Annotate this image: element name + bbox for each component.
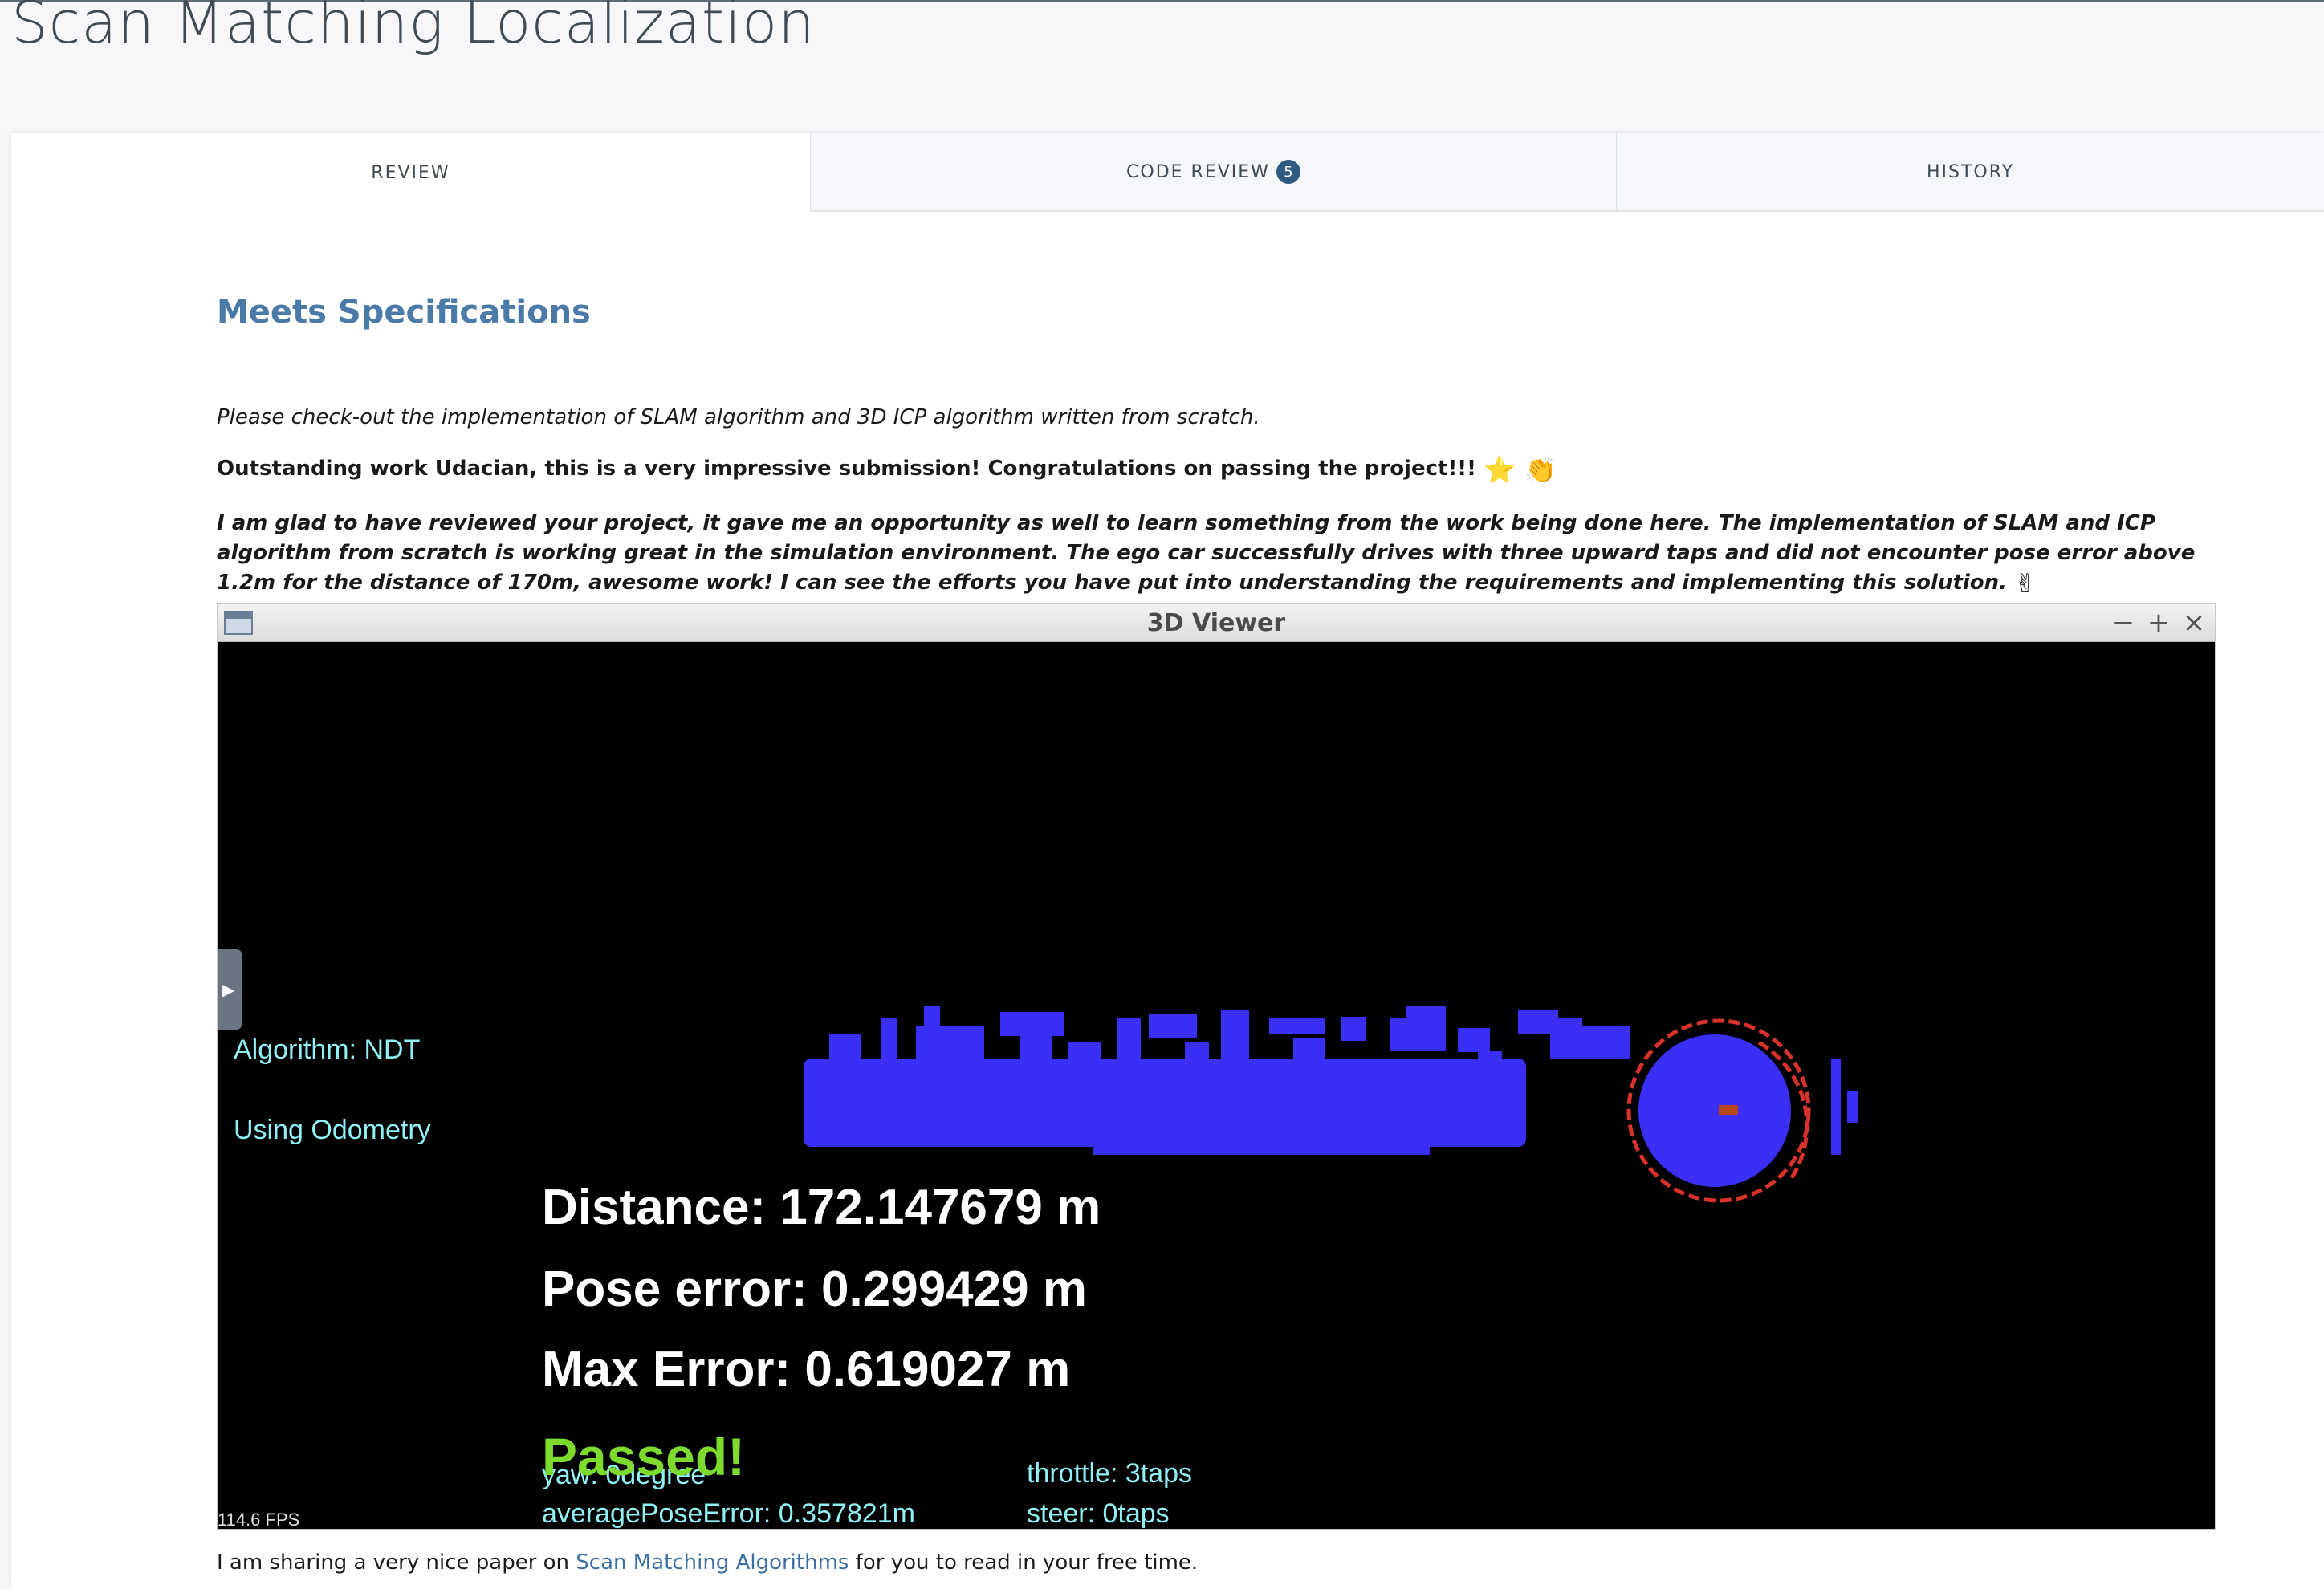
fps-counter: 114.6 FPS [218,1510,300,1530]
star-clap-emoji-icon: ⭐ 👏 [1484,454,1557,485]
review-praise: Outstanding work Udacian, this is a very… [217,454,2208,485]
steer-readout: steer: 0taps [1027,1498,1170,1529]
review-detail-text: I am glad to have reviewed your project,… [217,511,2196,595]
maximize-icon[interactable]: + [2144,608,2173,638]
scan-matching-paper-link[interactable]: Scan Matching Algorithms [576,1550,849,1575]
code-review-count-badge: 5 [1276,160,1300,184]
tab-history[interactable]: HISTORY [1616,133,2324,212]
tab-history-label: HISTORY [1926,161,2015,182]
review-heading: Meets Specifications [217,294,591,331]
sharing-paragraph: I am sharing a very nice paper on Scan M… [217,1550,1198,1575]
close-icon[interactable]: × [2180,608,2208,638]
pose-error-readout: Pose error: 0.299429 m [542,1262,1087,1317]
review-praise-text: Outstanding work Udacian, this is a very… [217,457,1477,481]
window-app-icon [224,611,253,635]
tab-code-review-label: CODE REVIEW [1126,161,1270,182]
sharing-suffix: for you to read in your free time. [849,1550,1199,1575]
tab-bar: REVIEW CODE REVIEW 5 HISTORY [11,133,2324,212]
viewer-titlebar: 3D Viewer − + × [218,604,2215,642]
pointcloud-map [804,1006,1858,1187]
average-pose-error-readout: averagePoseError: 0.357821m [542,1498,915,1529]
viewer-canvas: ▶ Algorithm: NDT Using Odometry Distance… [218,641,2218,1537]
minimize-icon[interactable]: − [2109,608,2138,638]
viewer-title: 3D Viewer [1146,608,1286,637]
pointcloud-visualization [804,1006,1858,1203]
max-error-readout: Max Error: 0.619027 m [542,1342,1071,1397]
page-title: Scan Matching Localization [11,0,816,56]
algorithm-label: Algorithm: NDT [234,1034,421,1065]
throttle-readout: throttle: 3taps [1027,1458,1193,1489]
ego-car-marker [1719,1105,1738,1115]
odometry-label: Using Odometry [234,1115,431,1145]
viewer-screenshot: 3D Viewer − + × ▶ Algorithm: NDT Using O… [217,603,2216,1530]
sharing-prefix: I am sharing a very nice paper on [217,1550,576,1575]
review-detail: I am glad to have reviewed your project,… [217,509,2200,599]
passed-status: Passed! [542,1427,746,1486]
review-intro: Please check-out the implementation of S… [217,405,1260,429]
distance-readout: Distance: 172.147679 m [542,1180,1101,1235]
tab-review-label: REVIEW [371,162,450,183]
tab-review[interactable]: REVIEW [11,133,810,212]
tab-code-review[interactable]: CODE REVIEW 5 [810,133,1616,212]
victory-hand-icon: ✌ [2014,568,2036,599]
